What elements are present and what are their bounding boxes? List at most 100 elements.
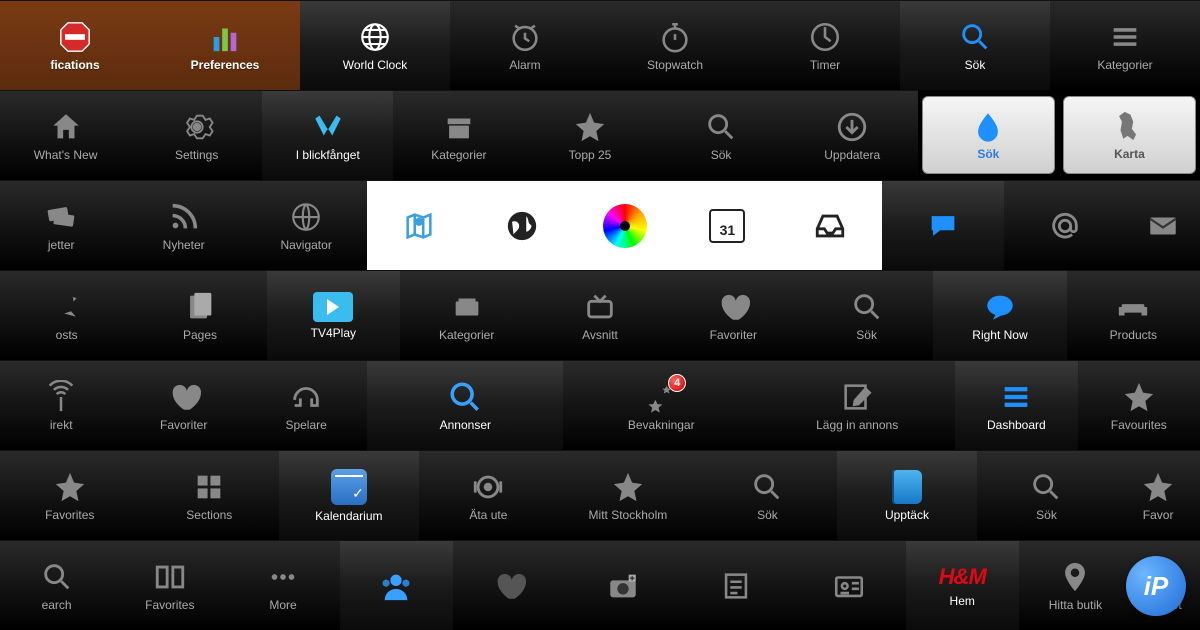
spotlight-icon — [311, 110, 345, 144]
timer-icon — [808, 20, 842, 54]
heart-icon — [167, 380, 201, 414]
white-inbox[interactable] — [779, 180, 882, 270]
tab-heart-7[interactable] — [453, 540, 566, 630]
stars-icon: 4 — [644, 380, 678, 414]
tab-irekt[interactable]: irekt — [0, 360, 122, 450]
light-tab-karta[interactable]: Karta — [1063, 96, 1196, 174]
tab-osts[interactable]: osts — [0, 270, 133, 360]
chat-bubble-icon — [983, 290, 1017, 324]
tab-favourites-5[interactable]: Favourites — [1078, 360, 1200, 450]
tab-people[interactable] — [340, 540, 453, 630]
tab-pages[interactable]: Pages — [133, 270, 266, 360]
tab-topp25[interactable]: Topp 25 — [524, 90, 655, 180]
note-icon — [719, 569, 753, 603]
tab-contact-7[interactable] — [792, 540, 905, 630]
people-icon — [379, 569, 413, 603]
tab-camera-7[interactable] — [566, 540, 679, 630]
tab-sections[interactable]: Sections — [140, 450, 280, 540]
tab-mail[interactable] — [1127, 180, 1200, 270]
tab-note-7[interactable] — [679, 540, 792, 630]
tab-bevakningar[interactable]: 4 Bevakningar — [563, 360, 759, 450]
tab-products[interactable]: Products — [1067, 270, 1200, 360]
list-icon — [999, 380, 1033, 414]
map-pin-icon — [402, 209, 436, 243]
tab-sok-1[interactable]: Sök — [900, 0, 1050, 90]
headphones-icon — [289, 380, 323, 414]
search-icon — [1029, 470, 1063, 504]
tab-settings[interactable]: Settings — [131, 90, 262, 180]
alarm-icon — [508, 20, 542, 54]
tab-dashboard[interactable]: Dashboard — [955, 360, 1077, 450]
tab-favorites-7[interactable]: Favorites — [113, 540, 226, 630]
light-tab-sok[interactable]: Sök — [922, 96, 1055, 174]
white-map[interactable] — [367, 180, 470, 270]
lbl-notifications: fications — [50, 58, 99, 72]
white-globe[interactable] — [470, 180, 573, 270]
star-icon — [1122, 380, 1156, 414]
globe-icon — [358, 20, 392, 54]
white-rainbow[interactable] — [573, 180, 676, 270]
chat-icon — [926, 209, 960, 243]
wood-notifications[interactable]: fications — [0, 0, 150, 90]
white-calendar[interactable]: 31 — [676, 180, 779, 270]
tab-favoriter-5[interactable]: Favoriter — [122, 360, 244, 450]
tab-stopwatch[interactable]: Stopwatch — [600, 0, 750, 90]
search-icon — [40, 560, 74, 594]
drop-icon — [971, 109, 1005, 143]
badge-count: 4 — [668, 374, 686, 392]
white-icon-row: 31 — [367, 180, 881, 270]
tab-alarm[interactable]: Alarm — [450, 0, 600, 90]
tab-hem[interactable]: H&M Hem — [906, 540, 1019, 630]
star-icon — [53, 470, 87, 504]
tab-rightnow[interactable]: Right Now — [933, 270, 1066, 360]
tab-mitt-stockholm[interactable]: Mitt Stockholm — [558, 450, 698, 540]
tab-avsnitt[interactable]: Avsnitt — [533, 270, 666, 360]
download-icon — [835, 110, 869, 144]
tab-timer[interactable]: Timer — [750, 0, 900, 90]
tab-favor-6[interactable]: Favor — [1116, 450, 1200, 540]
search-icon — [704, 110, 738, 144]
tab-hitta-butik[interactable]: Hitta butik — [1019, 540, 1132, 630]
globe-solid-icon — [505, 209, 539, 243]
ip-watermark: iP — [1126, 556, 1186, 616]
tab-sok-6[interactable]: Sök — [698, 450, 838, 540]
tab-chat[interactable] — [882, 180, 1004, 270]
tab-favoriter-4[interactable]: Favoriter — [667, 270, 800, 360]
hm-logo-icon: H&M — [939, 564, 986, 590]
tab-tv4play[interactable]: TV4Play — [267, 270, 400, 360]
tab-at[interactable] — [1004, 180, 1126, 270]
tab-jetter[interactable]: jetter — [0, 180, 122, 270]
tab-sok-2[interactable]: Sök — [656, 90, 787, 180]
menu-icon — [1108, 20, 1142, 54]
pages-icon — [183, 290, 217, 324]
tab-whats-new[interactable]: What's New — [0, 90, 131, 180]
tab-blickfanget[interactable]: I blickfånget — [262, 90, 393, 180]
wood-preferences[interactable]: Preferences — [150, 0, 300, 90]
tv-icon — [583, 290, 617, 324]
tab-world-clock[interactable]: World Clock — [300, 0, 450, 90]
tab-kategorier-2[interactable]: Kategorier — [393, 90, 524, 180]
search-icon — [750, 470, 784, 504]
tab-ata-ute[interactable]: Äta ute — [419, 450, 559, 540]
tab-nyheter[interactable]: Nyheter — [122, 180, 244, 270]
tab-uppdatera[interactable]: Uppdatera — [787, 90, 918, 180]
tab-navigator[interactable]: Navigator — [245, 180, 367, 270]
tab-favorites-6[interactable]: Favorites — [0, 450, 140, 540]
tab-sok-6b[interactable]: Sök — [977, 450, 1117, 540]
grid-icon — [192, 470, 226, 504]
search-icon — [958, 20, 992, 54]
tab-kategorier-1[interactable]: Kategorier — [1050, 0, 1200, 90]
map-country-icon — [1112, 109, 1146, 143]
tab-kategorier-4[interactable]: Kategorier — [400, 270, 533, 360]
tab-upptack[interactable]: Upptäck — [837, 450, 977, 540]
tab-search-7[interactable]: earch — [0, 540, 113, 630]
tab-spelare[interactable]: Spelare — [245, 360, 367, 450]
row-6: Favorites Sections ✓ Kalendarium Äta ute… — [0, 450, 1200, 540]
tab-kalendarium[interactable]: ✓ Kalendarium — [279, 450, 419, 540]
tab-lagg-annons[interactable]: Lägg in annons — [759, 360, 955, 450]
tab-more-7[interactable]: More — [226, 540, 339, 630]
sofa-icon — [1116, 290, 1150, 324]
tab-sok-4[interactable]: Sök — [800, 270, 933, 360]
tab-annonser[interactable]: Annonser — [367, 360, 563, 450]
color-wheel-icon — [603, 204, 647, 248]
